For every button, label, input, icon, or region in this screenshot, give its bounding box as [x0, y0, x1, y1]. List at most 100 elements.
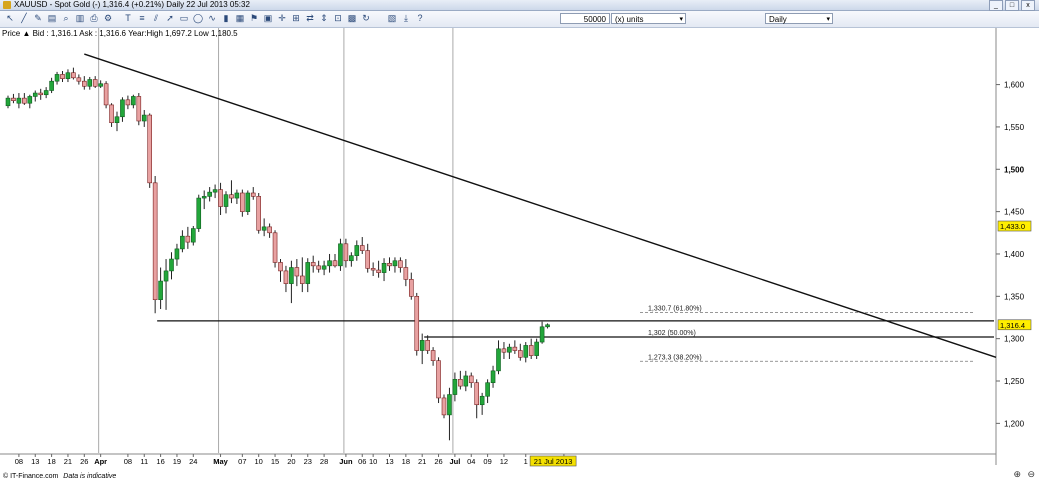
zoom-icon[interactable]: ⌕ [60, 13, 72, 24]
rectangle-icon[interactable]: ▭ [178, 13, 190, 24]
cursor-icon[interactable]: ↖ [4, 13, 16, 24]
maximize-button[interactable]: □ [1005, 0, 1019, 11]
grid-icon[interactable]: ▦ [234, 13, 246, 24]
bar-chart-icon[interactable]: ▥ [74, 13, 86, 24]
x-tick-label: 08 [15, 457, 23, 466]
candle [310, 262, 316, 267]
candle [207, 191, 212, 197]
candle [523, 345, 529, 358]
toolbar: ↖ ╱ ✎ ▤ ⌕ ▥ ⎙ ⚙ T ≡ ⫽ ➚ ▭ ◯ ∿ ▮ ▦ ⚑ ▣ ✛ … [0, 11, 1039, 28]
x-tick-label: 15 [271, 457, 279, 466]
candle [496, 348, 501, 372]
scale-icon[interactable]: ⇕ [318, 13, 330, 24]
x-tick-label: 20 [287, 457, 295, 466]
draw-line-icon[interactable]: ╱ [18, 13, 30, 24]
bottom-bar: © IT-Finance.com Data is indicative ⊕ ⊖ [0, 469, 1039, 481]
candle [517, 350, 523, 358]
refresh-icon[interactable]: ↻ [360, 13, 372, 24]
units-input[interactable]: 50000 [560, 13, 610, 24]
swap-icon[interactable]: ⇄ [304, 13, 316, 24]
current-date-label: 21 Jul 2013 [534, 457, 573, 466]
candle [365, 250, 371, 269]
help-icon[interactable]: ? [414, 13, 426, 24]
calendar-icon[interactable]: ▣ [262, 13, 274, 24]
candles-icon[interactable]: ▮ [220, 13, 232, 24]
candle [272, 232, 278, 263]
x-tick-label: 18 [402, 457, 410, 466]
footer-disclaimer: Data is indicative [63, 473, 117, 480]
candle [103, 83, 109, 106]
candlestick-chart[interactable]: 1,200 1,250 1,300 1,350 1,400 1,450 1,500 1,550… [0, 28, 1039, 481]
channel-icon[interactable]: ⫽ [150, 13, 162, 24]
save-icon[interactable]: ▩ [346, 13, 358, 24]
candle [185, 235, 191, 243]
candle [419, 340, 425, 351]
y-tick-label: 1,550 [1004, 123, 1025, 132]
x-tick-label: 06 [358, 457, 366, 466]
candle [245, 192, 251, 212]
x-tick-label: 28 [320, 457, 328, 466]
x-tick-label: 04 [467, 457, 475, 466]
candle [98, 83, 103, 87]
app-icon [3, 1, 11, 9]
fibonacci-icon[interactable]: ≡ [136, 13, 148, 24]
candle [283, 270, 289, 284]
settings-icon[interactable]: ⚙ [102, 13, 114, 24]
candle [392, 260, 398, 267]
chart-type-icon[interactable]: ▤ [46, 13, 58, 24]
x-tick-label: Jul [449, 457, 460, 466]
crosshair-icon[interactable]: ✛ [276, 13, 288, 24]
x-tick-label: 26 [80, 457, 88, 466]
candle [32, 92, 38, 97]
ellipse-icon[interactable]: ◯ [192, 13, 204, 24]
candle [43, 90, 49, 96]
candle [414, 296, 420, 351]
candle [109, 104, 114, 123]
candle [305, 262, 311, 284]
measure-icon[interactable]: ⊞ [290, 13, 302, 24]
candle [343, 243, 349, 262]
zoom-in-icon[interactable]: ⊕ [1013, 469, 1021, 480]
flag-icon[interactable]: ⚑ [248, 13, 260, 24]
candle [136, 96, 142, 122]
units-label: (x) units [615, 15, 644, 24]
chevron-down-icon: ▾ [679, 16, 683, 23]
x-tick-label: 1 [524, 457, 528, 466]
candle [474, 382, 480, 406]
export-icon[interactable]: ⤓ [400, 13, 412, 24]
chart-area[interactable]: 1,200 1,250 1,300 1,350 1,400 1,450 1,500 1,550… [0, 28, 1039, 481]
period-select[interactable]: Daily ▾ [765, 13, 833, 24]
units-select[interactable]: (x) units ▾ [611, 13, 686, 24]
x-tick-label: 11 [140, 457, 148, 466]
palette-icon[interactable]: ▧ [386, 13, 398, 24]
y-tick-label: 1,450 [1004, 208, 1025, 217]
candle [381, 262, 387, 273]
price-tag-label: 1,316.4 [1000, 321, 1025, 330]
minimize-button[interactable]: _ [989, 0, 1003, 11]
candle [468, 375, 474, 384]
zoom-out-icon[interactable]: ⊖ [1027, 469, 1035, 480]
y-tick-label: 1,400 [1004, 250, 1025, 259]
candle [507, 346, 512, 353]
candle [11, 97, 16, 101]
print-icon[interactable]: ⎙ [88, 13, 100, 24]
y-tick-label: 1,350 [1004, 292, 1025, 301]
arrow-icon[interactable]: ➚ [164, 13, 176, 24]
candle [370, 268, 376, 271]
pencil-icon[interactable]: ✎ [32, 13, 44, 24]
candle [534, 341, 539, 356]
candle [359, 245, 365, 251]
close-button[interactable]: x [1021, 0, 1035, 11]
text-tool-icon[interactable]: T [122, 13, 134, 24]
candle [240, 192, 245, 212]
indicator-icon[interactable]: ∿ [206, 13, 218, 24]
x-tick-label: 24 [189, 457, 197, 466]
x-tick-label: Apr [94, 457, 107, 466]
x-tick-label: 26 [434, 457, 442, 466]
lock-icon[interactable]: ⊡ [332, 13, 344, 24]
y-tick-label: 1,200 [1004, 419, 1025, 428]
candle [436, 360, 441, 399]
candle [196, 197, 202, 229]
y-tick-label: 1,600 [1004, 81, 1025, 90]
candle [256, 196, 262, 231]
